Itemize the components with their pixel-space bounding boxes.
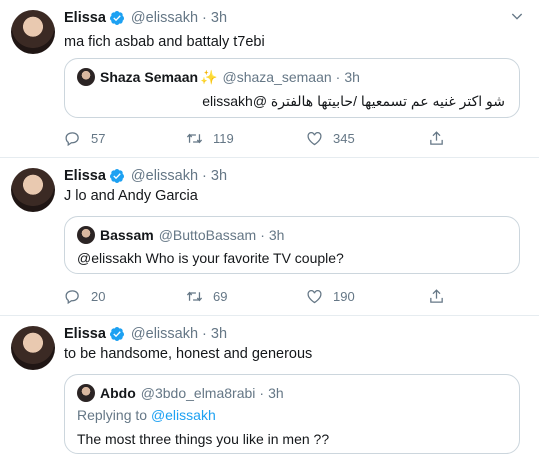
tweet-actions: 20 69 190 <box>64 288 514 308</box>
quoted-tweet[interactable]: Shaza Semaan ✨ @shaza_semaan · 3h شو اكت… <box>64 58 520 118</box>
replying-to-handle[interactable]: @elissakh <box>151 407 216 423</box>
avatar[interactable] <box>11 326 55 370</box>
reply-count: 20 <box>91 289 106 304</box>
tweet[interactable]: Elissa @elissakh · 3h J lo and Andy Garc… <box>0 158 539 316</box>
share-icon <box>428 288 445 305</box>
timestamp[interactable]: 3h <box>211 10 227 26</box>
quoted-timestamp: 3h <box>268 385 284 401</box>
author-name[interactable]: Elissa <box>64 326 106 342</box>
tweet-header: Elissa @elissakh · 3h <box>64 8 227 28</box>
retweet-icon <box>186 288 203 305</box>
retweet-count: 119 <box>213 131 234 146</box>
reply-icon <box>64 288 81 305</box>
quoted-tweet-header: Bassam @ButtoBassam · 3h <box>77 225 284 245</box>
quoted-avatar <box>77 384 95 402</box>
like-count: 190 <box>333 289 355 304</box>
quoted-author-name: Bassam <box>100 227 154 243</box>
retweet-button[interactable]: 119 <box>186 130 234 147</box>
tweet-header: Elissa @elissakh · 3h <box>64 166 227 186</box>
verified-badge-icon <box>109 326 125 342</box>
author-handle[interactable]: @elissakh <box>131 326 198 342</box>
separator: · <box>202 168 207 184</box>
tweet-text: to be handsome, honest and generous <box>64 346 313 362</box>
author-name[interactable]: Elissa <box>64 168 106 184</box>
quoted-timestamp: 3h <box>268 227 285 243</box>
quoted-tweet[interactable]: Abdo @3bdo_elma8rabi · 3h Replying to @e… <box>64 374 520 454</box>
like-icon <box>306 130 323 147</box>
quoted-author-name: Shaza Semaan <box>100 69 199 85</box>
avatar[interactable] <box>11 10 55 54</box>
tweet-text: ma fich asbab and battaly t7ebi <box>64 34 265 50</box>
separator: · <box>259 385 265 401</box>
author-handle[interactable]: @elissakh <box>131 10 198 26</box>
author-name[interactable]: Elissa <box>64 10 106 26</box>
quoted-avatar <box>77 68 95 86</box>
quoted-avatar <box>77 226 95 244</box>
retweet-count: 69 <box>213 289 228 304</box>
separator: · <box>335 69 341 85</box>
verified-badge-icon <box>109 10 125 26</box>
quoted-author-handle: @ButtoBassam <box>158 227 257 243</box>
like-button[interactable]: 345 <box>306 130 355 147</box>
reply-button[interactable]: 57 <box>64 130 105 147</box>
quoted-tweet-header: Shaza Semaan ✨ @shaza_semaan · 3h <box>77 67 360 87</box>
tweet-text: J lo and Andy Garcia <box>64 188 198 204</box>
like-icon <box>306 288 323 305</box>
quoted-tweet-text: The most three things you like in men ?? <box>77 431 330 447</box>
tweet[interactable]: Elissa @elissakh · 3h ma fich asbab and … <box>0 0 539 158</box>
like-button[interactable]: 190 <box>306 288 355 305</box>
quoted-tweet-header: Abdo @3bdo_elma8rabi · 3h <box>77 383 284 403</box>
reply-icon <box>64 130 81 147</box>
share-button[interactable] <box>428 130 455 147</box>
tweet[interactable]: Elissa @elissakh · 3h to be handsome, ho… <box>0 316 539 458</box>
reply-count: 57 <box>91 131 106 146</box>
author-handle[interactable]: @elissakh <box>131 168 198 184</box>
separator: · <box>260 227 265 243</box>
chevron-down-icon[interactable] <box>509 8 525 24</box>
retweet-icon <box>186 130 203 147</box>
quoted-tweet-text: @elissakh Who is your favorite TV couple… <box>77 250 344 266</box>
quoted-author-name: Abdo <box>100 385 136 401</box>
quoted-timestamp: 3h <box>344 69 360 85</box>
quoted-author-handle: @3bdo_elma8rabi <box>140 385 256 401</box>
share-button[interactable] <box>428 288 455 305</box>
tweet-header: Elissa @elissakh · 3h <box>64 324 227 344</box>
timestamp[interactable]: 3h <box>211 326 227 342</box>
reply-button[interactable]: 20 <box>64 288 105 305</box>
separator: · <box>202 10 207 26</box>
tweet-actions: 57 119 345 <box>64 130 514 150</box>
retweet-button[interactable]: 69 <box>186 288 227 305</box>
verified-badge-icon <box>109 168 125 184</box>
avatar[interactable] <box>11 168 55 212</box>
quoted-tweet-text: شو اكتر غنيه عم تسمعيها /حابيتها هالفترة… <box>202 93 505 109</box>
share-icon <box>428 130 445 147</box>
quoted-tweet[interactable]: Bassam @ButtoBassam · 3h @elissakh Who i… <box>64 216 520 274</box>
like-count: 345 <box>333 131 355 146</box>
replying-to-label: Replying to <box>77 407 148 423</box>
replying-to: Replying to @elissakh <box>77 407 216 423</box>
separator: · <box>202 326 207 342</box>
quoted-author-handle: @shaza_semaan <box>222 69 332 85</box>
timestamp[interactable]: 3h <box>211 168 227 184</box>
sparkles-emoji: ✨ <box>200 68 218 85</box>
